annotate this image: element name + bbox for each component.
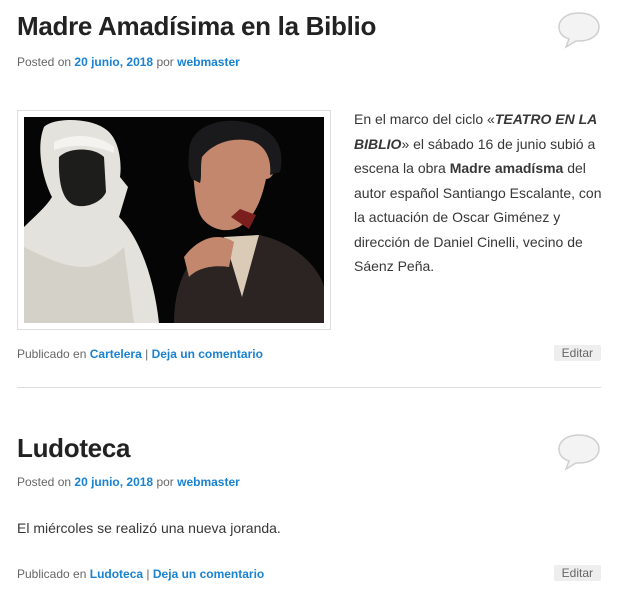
category-link[interactable]: Cartelera [90, 347, 142, 361]
by-label: por [156, 475, 174, 489]
theatre-photo-illustration [24, 117, 324, 323]
content-text: del autor español Santiango Escalante, c… [354, 160, 602, 274]
posted-on-label: Posted on [17, 55, 72, 69]
posted-on-label: Posted on [17, 475, 72, 489]
category-link[interactable]: Ludoteca [90, 567, 143, 581]
author-link[interactable]: webmaster [177, 475, 240, 489]
post-ludoteca: Ludoteca Posted on 20 junio, 2018 por we… [17, 432, 601, 587]
post-footer: Publicado en Cartelera | Deja un comenta… [17, 347, 263, 361]
post-content: En el marco del ciclo «TEATRO EN LA BIBL… [354, 107, 604, 279]
comment-bubble-icon[interactable] [557, 10, 601, 50]
post-image-frame [17, 110, 331, 330]
leave-comment-link[interactable]: Deja un comentario [152, 347, 263, 361]
author-link[interactable]: webmaster [177, 55, 240, 69]
separator: | [145, 347, 149, 361]
theatre-photo[interactable] [24, 117, 324, 323]
edit-button[interactable]: Editar [553, 345, 601, 361]
leave-comment-link[interactable]: Deja un comentario [153, 567, 264, 581]
post-madre-amadisima: Madre Amadísima en la Biblio Posted on 2… [17, 10, 604, 380]
post-date-link[interactable]: 20 junio, 2018 [74, 55, 153, 69]
post-date-link[interactable]: 20 junio, 2018 [74, 475, 153, 489]
play-name: Madre amadísma [449, 160, 564, 176]
published-in-label: Publicado en [17, 347, 87, 361]
by-label: por [156, 55, 174, 69]
separator: | [146, 567, 150, 581]
comment-bubble-icon[interactable] [557, 432, 601, 472]
post-content: El miércoles se realizó una nueva jorand… [17, 520, 281, 536]
post-footer: Publicado en Ludoteca | Deja un comentar… [17, 567, 264, 581]
edit-button[interactable]: Editar [553, 565, 601, 581]
content-text: En el marco del ciclo « [354, 111, 495, 127]
post-divider [17, 387, 601, 388]
post-title-link[interactable]: Madre Amadísima en la Biblio [17, 10, 376, 42]
post-meta: Posted on 20 junio, 2018 por webmaster [17, 475, 240, 489]
post-title-link[interactable]: Ludoteca [17, 432, 130, 464]
published-in-label: Publicado en [17, 567, 87, 581]
post-meta: Posted on 20 junio, 2018 por webmaster [17, 55, 240, 69]
